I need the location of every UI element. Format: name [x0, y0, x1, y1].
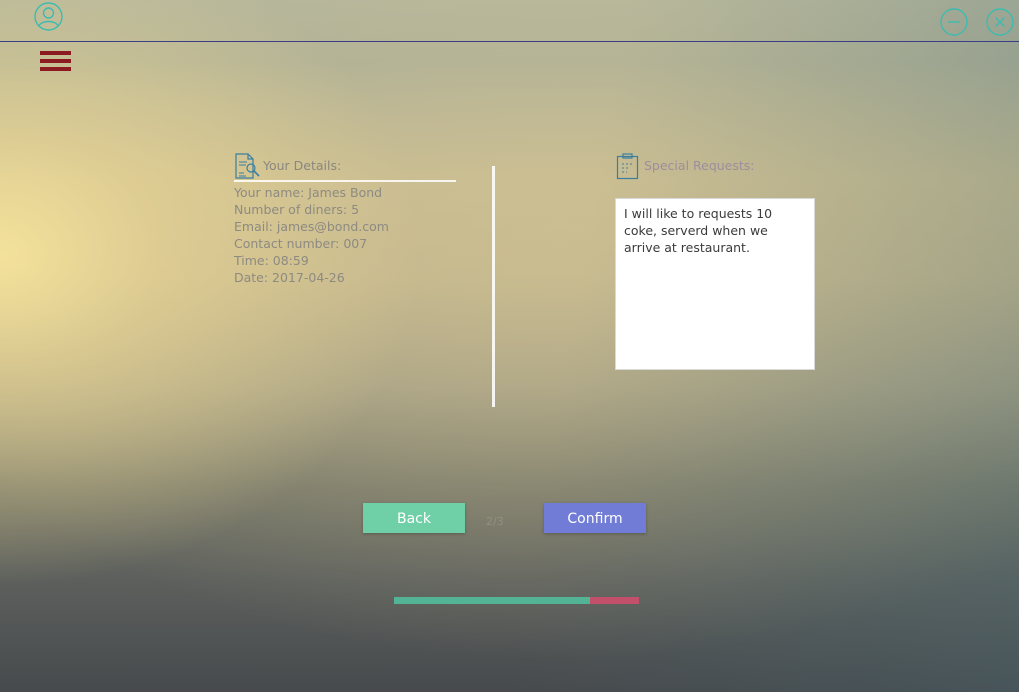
progress-bar-fill [394, 597, 590, 604]
clipboard-icon [616, 153, 639, 180]
menu-bar-line [40, 51, 71, 55]
detail-date: Date: 2017-04-26 [234, 270, 345, 285]
special-requests-textarea[interactable]: I will like to requests 10 coke, serverd… [615, 198, 815, 370]
close-button[interactable] [986, 8, 1014, 36]
title-bar [0, 0, 1019, 42]
hamburger-menu-button[interactable] [40, 51, 72, 73]
confirm-button[interactable]: Confirm [544, 503, 646, 533]
detail-contact: Contact number: 007 [234, 236, 368, 251]
minimize-button[interactable] [940, 8, 968, 36]
menu-bar-line [40, 67, 71, 71]
back-button[interactable]: Back [363, 503, 465, 533]
detail-time: Time: 08:59 [234, 253, 309, 268]
details-header: Your Details: [234, 152, 456, 182]
details-list: Your name: James Bond Number of diners: … [234, 184, 456, 286]
user-profile-button[interactable] [34, 2, 63, 31]
detail-diners: Number of diners: 5 [234, 202, 360, 217]
requests-title: Special Requests: [644, 158, 755, 173]
menu-bar-line [40, 59, 71, 63]
details-panel: Your Details: Your name: James Bond Numb… [234, 152, 456, 286]
user-circle-icon [34, 2, 63, 31]
requests-header: Special Requests: [616, 152, 816, 180]
document-search-icon [235, 153, 260, 179]
page-indicator: 2/3 [486, 515, 504, 528]
progress-bar [394, 597, 639, 604]
minimize-icon [940, 8, 968, 36]
close-icon [986, 8, 1014, 36]
details-title: Your Details: [263, 158, 342, 173]
detail-email: Email: james@bond.com [234, 219, 389, 234]
detail-name: Your name: James Bond [234, 185, 383, 200]
vertical-divider [492, 166, 495, 407]
